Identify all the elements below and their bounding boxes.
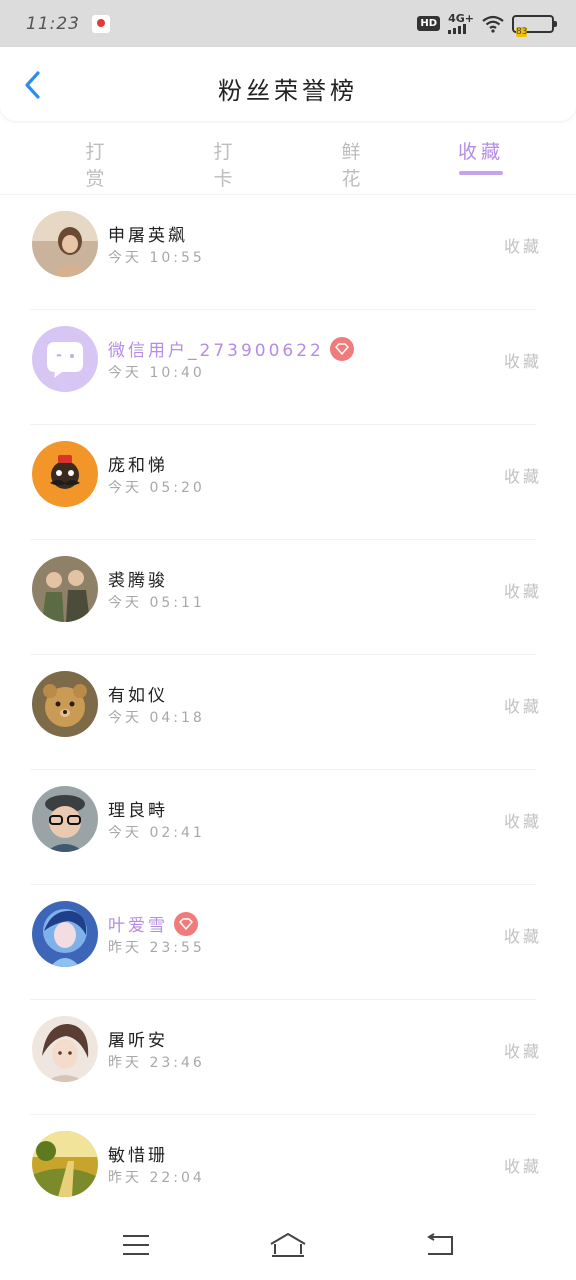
network-type: 4G+ [448, 11, 474, 25]
list-item[interactable]: 申屠英飙 今天 10:55 收藏 [0, 195, 576, 310]
user-name: 叶爱雪 [108, 911, 198, 938]
tab-flowers[interactable]: 鲜花 [332, 121, 374, 195]
list-item[interactable]: 微信用户_273900622 今天 10:40 收藏 [0, 310, 576, 425]
action-label: 收藏 [503, 812, 542, 831]
action-label: 收藏 [503, 1042, 542, 1061]
favorite-time: 今天 10:55 [108, 250, 205, 266]
active-tab-indicator [459, 171, 503, 175]
tab-checkin[interactable]: 打卡 [204, 121, 246, 195]
avatar[interactable] [32, 786, 98, 852]
user-name: 有如仪 [108, 686, 168, 706]
avatar[interactable] [32, 556, 98, 622]
favorite-time: 今天 02:41 [108, 825, 205, 841]
home-icon [270, 1233, 306, 1257]
action-label: 收藏 [503, 582, 542, 601]
menu-button[interactable] [106, 1223, 166, 1267]
vip-badge-icon [174, 912, 198, 936]
user-name: 屠听安 [108, 1031, 168, 1051]
favorite-time: 昨天 23:55 [108, 940, 205, 956]
vip-badge-icon [329, 337, 354, 361]
page-title: 粉丝荣誉榜 [218, 77, 358, 105]
user-name: 申屠英飙 [108, 226, 188, 246]
avatar[interactable] [32, 441, 98, 507]
list-item[interactable]: 叶爱雪 昨天 23:55 收藏 [0, 885, 576, 1000]
avatar[interactable] [32, 671, 98, 737]
avatar[interactable] [32, 1016, 98, 1082]
wifi-icon [482, 15, 504, 33]
menu-icon [123, 1235, 149, 1255]
status-time: 11:23 [26, 13, 80, 34]
battery-icon: 83 [512, 14, 557, 37]
home-button[interactable] [258, 1223, 318, 1267]
avatar[interactable] [32, 901, 98, 967]
fans-list: 申屠英飙 今天 10:55 收藏 微信用户_273900622 今天 10:40… [0, 195, 576, 1230]
tab-reward[interactable]: 打赏 [76, 121, 118, 195]
action-label: 收藏 [503, 1157, 542, 1176]
list-item[interactable]: 庞和悌 今天 05:20 收藏 [0, 425, 576, 540]
tab-label: 鲜花 [341, 141, 365, 190]
avatar[interactable] [32, 211, 98, 277]
action-label: 收藏 [503, 237, 542, 256]
list-item[interactable]: 理良畤 今天 02:41 收藏 [0, 770, 576, 885]
avatar[interactable] [32, 326, 98, 392]
user-name: 敏惜珊 [108, 1146, 168, 1166]
tab-bar: 打赏 打卡 鲜花 收藏 [0, 121, 576, 195]
list-item[interactable]: 有如仪 今天 04:18 收藏 [0, 655, 576, 770]
favorite-time: 昨天 22:04 [108, 1170, 205, 1186]
user-name: 理良畤 [108, 801, 168, 821]
tab-favorites[interactable]: 收藏 [458, 121, 504, 195]
tab-label: 收藏 [458, 141, 505, 163]
user-name: 庞和悌 [108, 456, 168, 476]
favorite-time: 今天 10:40 [108, 365, 205, 381]
notification-icon [92, 14, 110, 33]
action-label: 收藏 [503, 697, 542, 716]
tab-label: 打卡 [213, 141, 237, 190]
battery-level: 83 [516, 26, 528, 37]
hd-badge: HD [417, 16, 441, 31]
signal-icon: 4G+ [448, 11, 474, 34]
header: 粉丝荣誉榜 [0, 47, 576, 121]
back-nav-button[interactable] [410, 1223, 470, 1267]
favorite-time: 今天 05:20 [108, 480, 205, 496]
list-item[interactable]: 屠听安 昨天 23:46 收藏 [0, 1000, 576, 1115]
user-name-text: 微信用户_273900622 [108, 341, 324, 361]
favorite-time: 今天 04:18 [108, 710, 205, 726]
status-indicators: HD 4G+ 83 [417, 11, 557, 37]
action-label: 收藏 [503, 467, 542, 486]
status-bar: 11:23 HD 4G+ 83 [0, 0, 576, 47]
action-label: 收藏 [503, 352, 542, 371]
user-name-text: 叶爱雪 [108, 916, 168, 936]
user-name: 微信用户_273900622 [108, 336, 354, 363]
list-item[interactable]: 裘腾骏 今天 05:11 收藏 [0, 540, 576, 655]
system-nav-bar [0, 1210, 576, 1280]
favorite-time: 昨天 23:46 [108, 1055, 205, 1071]
favorite-time: 今天 05:11 [108, 595, 205, 611]
tab-label: 打赏 [85, 141, 109, 190]
user-name: 裘腾骏 [108, 571, 168, 591]
action-label: 收藏 [503, 927, 542, 946]
back-icon [427, 1233, 453, 1255]
avatar[interactable] [32, 1131, 98, 1197]
